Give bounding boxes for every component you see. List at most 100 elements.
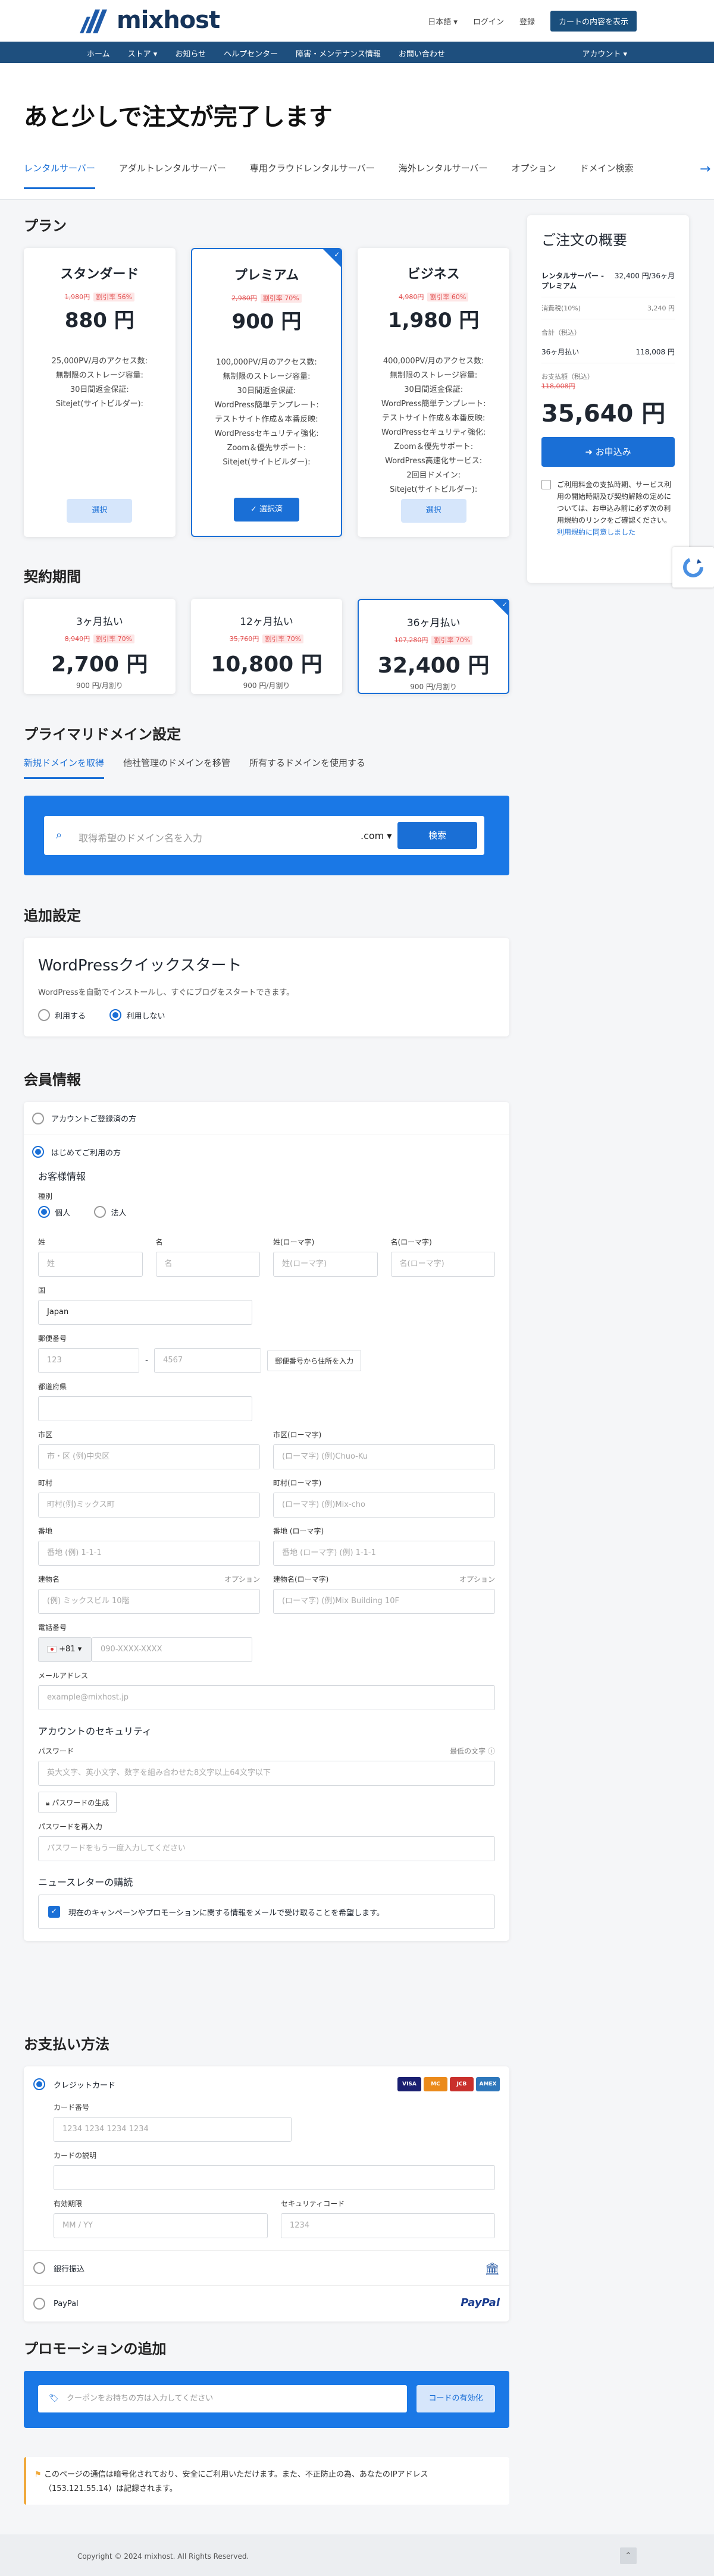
- domain-input[interactable]: 取得希望のドメイン名を入力: [79, 830, 202, 844]
- feature: Sitejet(サイトビルダー):: [55, 400, 143, 409]
- feature: 無制限のストレージ容量:: [55, 371, 143, 380]
- password-confirm-input[interactable]: パスワードをもう一度入力してください: [38, 1836, 495, 1861]
- login-link[interactable]: ログイン: [473, 15, 504, 27]
- password-input[interactable]: 英大文字、英小文字、数字を組み合わせた8文字以上64文字以下: [38, 1761, 495, 1786]
- corporate-radio[interactable]: 法人: [94, 1206, 126, 1218]
- tld-select[interactable]: .com ▾: [361, 830, 392, 841]
- terms-checkbox[interactable]: [541, 480, 551, 489]
- domain-search-button[interactable]: 検索: [397, 822, 477, 849]
- language-select[interactable]: 日本語 ▾: [428, 15, 458, 27]
- individual-radio[interactable]: 個人: [38, 1206, 70, 1218]
- expiry-input[interactable]: MM / YY: [54, 2213, 268, 2238]
- zip-lookup-button[interactable]: 郵便番号から住所を入力: [267, 1350, 362, 1371]
- building-en-input[interactable]: (ローマ字) (例)Mix Building 10F: [273, 1589, 495, 1614]
- promo-input[interactable]: 🏷︎ クーポンをお持ちの方は入力してください: [38, 2385, 407, 2412]
- pref-select[interactable]: [38, 1396, 252, 1421]
- password-confirm-label: パスワードを再入力: [38, 1823, 103, 1831]
- country-select[interactable]: Japan: [38, 1300, 252, 1325]
- register-link[interactable]: 登録: [519, 15, 535, 27]
- block-en-input[interactable]: 番地 (ローマ字) (例) 1-1-1: [273, 1541, 495, 1566]
- additional-settings-section: 追加設定 WordPressクイックスタート WordPressを自動でインスト…: [24, 904, 509, 1036]
- city-en-input[interactable]: (ローマ字) (例)Chuo-Ku: [273, 1444, 495, 1469]
- view-cart-button[interactable]: カートの内容を表示: [550, 11, 637, 32]
- new-account-radio[interactable]: はじめてご利用の方: [24, 1135, 509, 1168]
- total-price: 35,640 円: [541, 400, 666, 428]
- order-button[interactable]: ➜ お申込み: [541, 437, 675, 467]
- plan-card-premium[interactable]: ✓ プレミアム 2,980円 割引率 70% 900 円 100,000PV/月の…: [190, 248, 343, 537]
- phone-input[interactable]: 090-XXXX-XXXX: [92, 1637, 252, 1662]
- radio-label: 個人: [55, 1208, 71, 1218]
- password-strength: 最低の文字 ⓘ: [450, 1746, 495, 1756]
- tabs-scroll-right-icon[interactable]: →: [700, 162, 714, 177]
- nav-item-news[interactable]: お知らせ: [175, 48, 206, 59]
- town-en-label: 町村(ローマ字): [273, 1479, 322, 1487]
- period-card-36m[interactable]: ✓ 36ヶ月払い 107,280円 割引率 70% 32,400 円 900 円/…: [358, 599, 509, 694]
- radio-off-icon: [33, 2262, 45, 2274]
- period-card-3m[interactable]: 3ヶ月払い 8,940円 割引率 70% 2,700 円 900 円/月割り: [24, 599, 176, 694]
- newsletter-option[interactable]: ✓ 現在のキャンペーンやプロモーションに関する情報をメールで受け取ることを希望し…: [38, 1895, 495, 1929]
- town-input[interactable]: 町村(例)ミックス町: [38, 1493, 260, 1518]
- tab-domain-search[interactable]: ドメイン検索: [580, 162, 633, 189]
- existing-account-radio[interactable]: アカウントご登録済の方: [24, 1102, 509, 1135]
- phone-country-select[interactable]: +81 ▾: [38, 1637, 92, 1662]
- account-menu[interactable]: アカウント ▾: [582, 48, 627, 59]
- block-input[interactable]: 番地 (例) 1-1-1: [38, 1541, 260, 1566]
- tab-own-domain[interactable]: 所有するドメインを使用する: [249, 756, 365, 779]
- plan-features: 100,000PV/月のアクセス数: 無制限のストレージ容量: 30日間返金保証…: [192, 356, 342, 470]
- last-name-input[interactable]: 姓: [38, 1252, 143, 1277]
- zip-input-1[interactable]: 123: [38, 1348, 139, 1373]
- nav-item-contact[interactable]: お問い合わせ: [399, 48, 445, 59]
- nav-item-help[interactable]: ヘルプセンター: [224, 48, 278, 59]
- tab-transfer-domain[interactable]: 他社管理のドメインを移管: [123, 756, 230, 779]
- nav-item-status[interactable]: 障害・メンテナンス情報: [296, 48, 381, 59]
- activate-code-button[interactable]: コードの有効化: [416, 2385, 495, 2412]
- newsletter-heading: ニュースレターの購読: [38, 1877, 133, 1888]
- terms-link[interactable]: 利用規約に同意しました: [557, 528, 635, 536]
- feature: WordPress簡単テンプレート:: [214, 401, 319, 410]
- scroll-top-icon[interactable]: ⌃: [620, 2547, 637, 2564]
- select-business-button[interactable]: 選択: [400, 499, 466, 523]
- period-label: 12ヶ月払い: [240, 616, 293, 628]
- summary-tax-row: 消費税(10%) 3,240 円: [541, 297, 675, 319]
- tab-new-domain[interactable]: 新規ドメインを取得: [24, 756, 105, 779]
- credit-card-radio[interactable]: クレジットカード VISA MC JCB AMEX: [24, 2066, 509, 2102]
- bank-transfer-radio[interactable]: 銀行振込 🏛︎: [24, 2250, 509, 2286]
- tag-icon: 🏷︎: [49, 2394, 59, 2403]
- recaptcha-badge[interactable]: [672, 547, 714, 588]
- first-name-en-input[interactable]: 名(ローマ字): [390, 1252, 495, 1277]
- select-standard-button[interactable]: 選択: [67, 499, 133, 523]
- card-desc-input[interactable]: [54, 2165, 495, 2190]
- last-name-en-label: 姓(ローマ字): [273, 1238, 315, 1246]
- city-input[interactable]: 市・区 (例)中央区: [38, 1444, 260, 1469]
- tab-cloud-server[interactable]: 専用クラウドレンタルサーバー: [250, 162, 375, 189]
- zip-dash: -: [145, 1356, 149, 1365]
- logo[interactable]: mixhost: [77, 5, 220, 36]
- email-input[interactable]: example@mixhost.jp: [38, 1685, 495, 1710]
- tab-overseas-server[interactable]: 海外レンタルサーバー: [399, 162, 488, 189]
- town-en-input[interactable]: (ローマ字) (例)Mix-cho: [273, 1493, 495, 1518]
- plan-card-business[interactable]: ビジネス 4,980円 割引率 60% 1,980 円 400,000PV/月のア…: [358, 248, 509, 537]
- wp-use-radio[interactable]: 利用する: [38, 1009, 86, 1021]
- button-label: 選択済: [259, 505, 283, 514]
- first-name-input[interactable]: 名: [155, 1252, 260, 1277]
- paypal-radio[interactable]: PayPal PayPal: [24, 2286, 509, 2321]
- generate-password-button[interactable]: 🔒︎ パスワードの生成: [38, 1792, 117, 1813]
- email-label: メールアドレス: [38, 1672, 89, 1680]
- plan-card-standard[interactable]: スタンダード 1,980円 割引率 56% 880 円 25,000PV/月のアク…: [24, 248, 176, 537]
- select-premium-button[interactable]: ✓ 選択済: [234, 498, 299, 522]
- zip-input-2[interactable]: 4567: [154, 1348, 262, 1373]
- nav-item-home[interactable]: ホーム: [87, 48, 110, 59]
- nav-item-store[interactable]: ストア ▾: [128, 48, 158, 59]
- card-number-input[interactable]: 1234 1234 1234 1234: [54, 2117, 292, 2142]
- cvc-input[interactable]: 1234: [281, 2213, 495, 2238]
- period-card-12m[interactable]: 12ヶ月払い 35,760円 割引率 70% 10,800 円 900 円/月割り: [190, 599, 343, 694]
- building-input[interactable]: (例) ミックスビル 10階: [38, 1589, 260, 1614]
- last-name-en-input[interactable]: 姓(ローマ字): [273, 1252, 378, 1277]
- search-icon: ⌕: [56, 829, 62, 841]
- wp-nouse-radio[interactable]: 利用しない: [109, 1009, 165, 1021]
- member-title: 会員情報: [24, 1072, 81, 1088]
- tab-rental-server[interactable]: レンタルサーバー: [24, 162, 95, 189]
- tab-adult-server[interactable]: アダルトレンタルサーバー: [119, 162, 226, 189]
- first-name-en-label: 名(ローマ字): [390, 1238, 432, 1246]
- tab-options[interactable]: オプション: [511, 162, 556, 189]
